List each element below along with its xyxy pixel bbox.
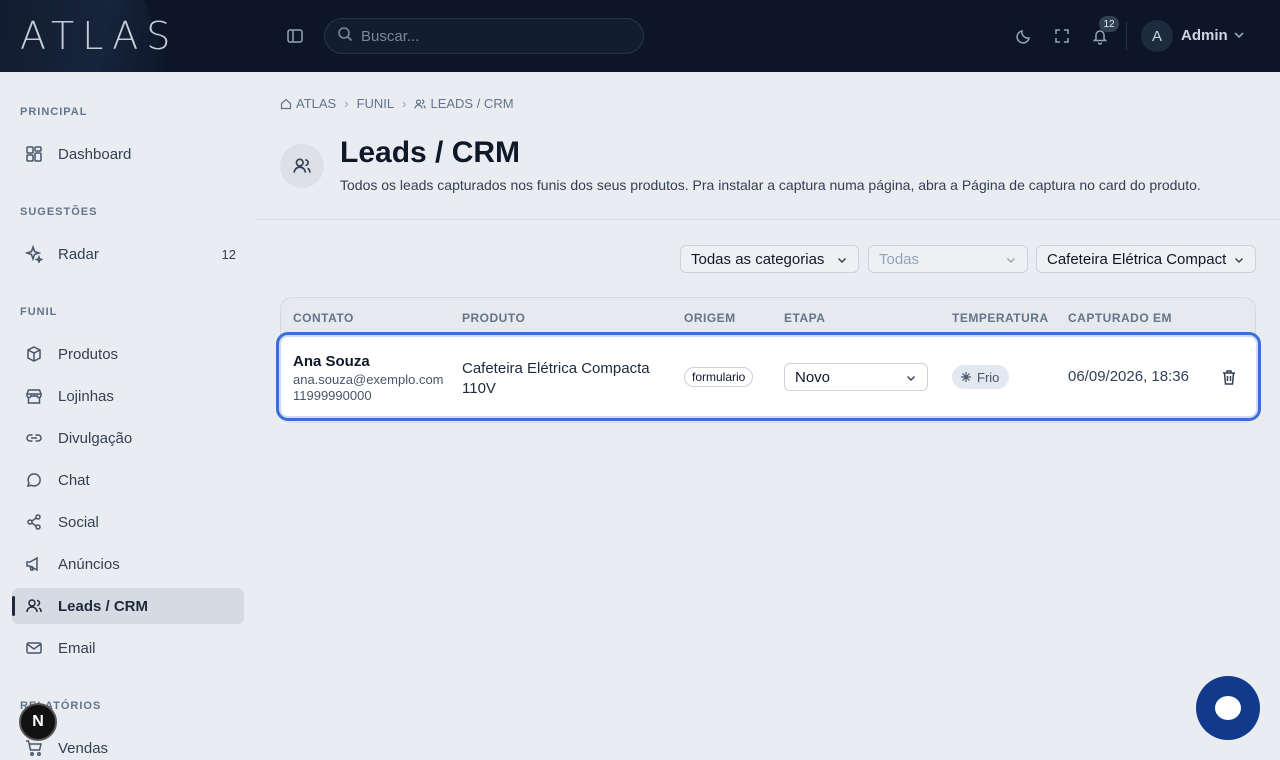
sidebar-item-produtos[interactable]: Produtos [12, 336, 244, 372]
column-header-capturado-em: CAPTURADO EM [1068, 311, 1172, 325]
users-icon [414, 98, 427, 110]
home-icon [280, 98, 292, 110]
sparkles-icon [24, 244, 44, 264]
section-label-sugestoes: SUGESTÕES [20, 206, 98, 218]
subcategory-filter-value: Todas [879, 250, 920, 268]
product-filter-select[interactable]: Cafeteira Elétrica Compact [1036, 245, 1256, 273]
radar-count: 12 [221, 246, 236, 262]
sidebar-item-radar[interactable]: Radar 12 [12, 236, 244, 272]
sidebar-item-label: Divulgação [58, 429, 133, 447]
share-icon [24, 512, 44, 532]
sidebar-item-lojinhas[interactable]: Lojinhas [12, 378, 244, 414]
grid-icon [24, 144, 44, 164]
app-logo[interactable]: ATLAS [20, 14, 178, 58]
users-icon [24, 596, 44, 616]
chat-fab-button[interactable] [1196, 676, 1260, 740]
sidebar-item-label: Lojinhas [58, 387, 114, 405]
sidebar-toggle-icon[interactable] [283, 24, 307, 48]
category-filter-select[interactable]: Todas as categorias [680, 245, 859, 273]
lead-phone: 11999990000 [293, 388, 372, 403]
top-bar: ATLAS 12 A Admin [0, 0, 1280, 72]
sidebar-item-label: Dashboard [58, 145, 132, 163]
moon-icon[interactable] [1012, 24, 1036, 48]
link-icon [24, 428, 44, 448]
sidebar-item-label: Chat [58, 471, 90, 489]
avatar[interactable]: A [1141, 20, 1173, 52]
stage-select-value: Novo [795, 368, 831, 386]
search-input[interactable] [361, 27, 621, 45]
breadcrumb: ATLAS › FUNIL › LEADS / CRM [280, 96, 514, 111]
mail-icon [24, 638, 44, 658]
column-header-contato: CONTATO [293, 311, 354, 325]
header-divider [256, 219, 1280, 220]
chevron-down-icon [1233, 253, 1245, 270]
sidebar-item-email[interactable]: Email [12, 630, 244, 666]
sidebar-item-label: Vendas [58, 739, 109, 757]
chat-bubble-icon [1215, 696, 1241, 720]
framework-dev-badge[interactable]: N [19, 703, 57, 741]
box-icon [24, 344, 44, 364]
user-name[interactable]: Admin [1181, 27, 1228, 44]
breadcrumb-item-leads: LEADS / CRM [430, 96, 514, 111]
origin-badge: formulario [684, 367, 754, 387]
temperature-badge: Frio [952, 365, 1010, 389]
chevron-right-icon: › [344, 96, 349, 111]
category-filter-value: Todas as categorias [691, 250, 825, 268]
subcategory-filter-select[interactable]: Todas [868, 245, 1028, 273]
chevron-down-icon [1005, 253, 1017, 270]
lead-name: Ana Souza [293, 353, 370, 370]
sidebar-item-anuncios[interactable]: Anúncios [12, 546, 244, 582]
captured-at: 06/09/2026, 18:36 [1068, 368, 1189, 385]
chevron-down-icon [836, 253, 848, 270]
lead-email: ana.souza@exemplo.com [293, 372, 444, 387]
snowflake-icon [960, 371, 972, 383]
search-box[interactable] [324, 18, 644, 54]
column-header-etapa: ETAPA [784, 311, 826, 325]
page-users-icon [280, 144, 324, 188]
sidebar-item-label: Produtos [58, 345, 119, 363]
shopping-cart-icon [24, 738, 44, 758]
sidebar-item-dashboard[interactable]: Dashboard [12, 136, 244, 172]
sidebar-item-label: Email [58, 639, 96, 657]
fullscreen-icon[interactable] [1050, 24, 1074, 48]
store-icon [24, 386, 44, 406]
topbar-divider [1126, 22, 1127, 50]
search-icon [337, 26, 353, 47]
megaphone-icon [24, 554, 44, 574]
sidebar-item-leads-crm[interactable]: Leads / CRM [12, 588, 244, 624]
sidebar-item-label: Social [58, 513, 99, 531]
stage-select[interactable]: Novo [784, 363, 928, 391]
column-header-temperatura: TEMPERATURA [952, 311, 1049, 325]
chevron-right-icon: › [402, 96, 407, 111]
temperature-label: Frio [977, 369, 1000, 385]
section-label-principal: PRINCIPAL [20, 106, 88, 118]
chevron-down-icon [905, 371, 917, 388]
breadcrumb-item-funil[interactable]: FUNIL [357, 96, 395, 111]
lead-product: Cafeteira Elétrica Compacta 110V [462, 360, 650, 397]
column-header-produto: PRODUTO [462, 311, 526, 325]
page-subtitle: Todos os leads capturados nos funis dos … [340, 177, 1201, 193]
section-label-funil: FUNIL [20, 306, 58, 318]
column-header-origem: ORIGEM [684, 311, 736, 325]
sidebar-item-label: Leads / CRM [58, 597, 149, 615]
page-title: Leads / CRM [340, 136, 521, 169]
sidebar-item-social[interactable]: Social [12, 504, 244, 540]
message-circle-icon [24, 470, 44, 490]
product-filter-value: Cafeteira Elétrica Compact [1047, 250, 1227, 268]
sidebar-item-label: Anúncios [58, 555, 120, 573]
chevron-down-icon[interactable] [1232, 28, 1246, 47]
notification-badge: 12 [1099, 16, 1119, 32]
sidebar-item-label: Radar [58, 245, 99, 263]
trash-icon[interactable] [1220, 368, 1238, 386]
breadcrumb-item-atlas[interactable]: ATLAS [296, 96, 336, 111]
sidebar-item-divulgacao[interactable]: Divulgação [12, 420, 244, 456]
sidebar-item-chat[interactable]: Chat [12, 462, 244, 498]
